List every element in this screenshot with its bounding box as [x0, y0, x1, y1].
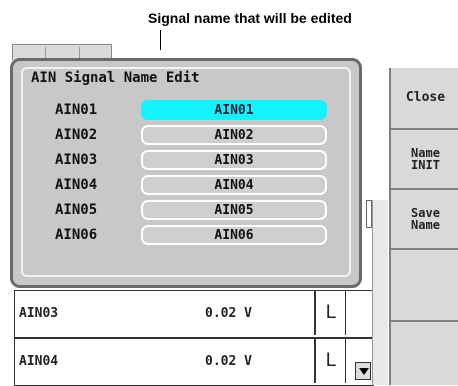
channel-flag: L — [317, 291, 346, 335]
scrollbar-thumb[interactable] — [366, 200, 372, 228]
signal-name-field[interactable]: AIN03 — [141, 150, 327, 170]
signal-name-field[interactable]: AIN06 — [141, 225, 327, 245]
channel-value: 0.02 V — [205, 305, 252, 321]
signal-name-field[interactable]: AIN04 — [141, 175, 327, 195]
signal-label: AIN02 — [55, 127, 98, 143]
save-name-label-line2: Name — [411, 218, 440, 232]
table-row[interactable]: AIN03 0.02 V L — [14, 290, 374, 338]
close-button[interactable]: Close — [391, 68, 458, 130]
table-row[interactable]: AIN04 0.02 V L — [14, 338, 374, 386]
channel-value: 0.02 V — [205, 353, 252, 369]
annotation-label: Signal name that will be edited — [148, 10, 352, 26]
save-name-button[interactable]: Save Name — [391, 190, 458, 250]
signal-name-field[interactable]: AIN02 — [141, 125, 327, 145]
signal-label: AIN05 — [55, 202, 98, 218]
scroll-down-arrow-icon[interactable] — [355, 362, 371, 380]
signal-row-ain01: AIN01 AIN01 — [13, 99, 353, 123]
signal-row-ain04: AIN04 AIN04 — [13, 174, 353, 198]
signal-row-ain05: AIN05 AIN05 — [13, 199, 353, 223]
signal-label: AIN04 — [55, 177, 98, 193]
name-init-label-line2: INIT — [411, 158, 440, 172]
signal-label: AIN03 — [55, 152, 98, 168]
name-init-button[interactable]: Name INIT — [391, 130, 458, 190]
softkey-blank-2[interactable] — [391, 322, 458, 385]
signal-row-ain06: AIN06 AIN06 — [13, 224, 353, 248]
signal-label: AIN06 — [55, 227, 98, 243]
softkey-panel: Close Name INIT Save Name — [389, 68, 458, 385]
softkey-blank-1[interactable] — [391, 250, 458, 322]
signal-name-field[interactable]: AIN01 — [141, 100, 327, 120]
signal-row-ain03: AIN03 AIN03 — [13, 149, 353, 173]
signal-name-field[interactable]: AIN05 — [141, 200, 327, 220]
close-button-label: Close — [405, 90, 446, 105]
signal-label: AIN01 — [55, 102, 98, 118]
scrollbar[interactable] — [372, 200, 388, 385]
signal-row-ain02: AIN02 AIN02 — [13, 124, 353, 148]
dialog-title: AIN Signal Name Edit — [31, 70, 200, 86]
signal-name-edit-dialog: AIN Signal Name Edit AIN01 AIN01 AIN02 A… — [10, 58, 362, 288]
channel-name: AIN03 — [17, 291, 316, 335]
channel-name: AIN04 — [17, 339, 316, 383]
channel-flag: L — [317, 339, 346, 383]
